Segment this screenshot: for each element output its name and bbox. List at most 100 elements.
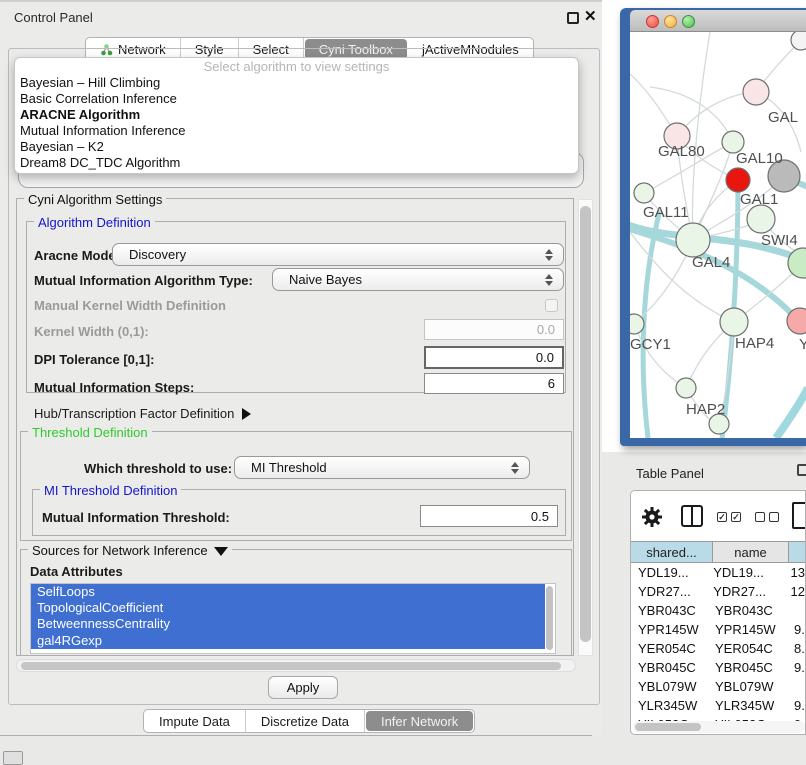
network-node[interactable] bbox=[676, 223, 710, 257]
algorithm-option-bayesian-k2[interactable]: Bayesian – K2 bbox=[15, 139, 578, 155]
algorithm-option-basic-correlation-inference[interactable]: Basic Correlation Inference bbox=[15, 91, 578, 107]
mi-steps-input[interactable]: 6 bbox=[424, 373, 564, 394]
apply-button[interactable]: Apply bbox=[268, 676, 338, 699]
table-cell: 13 bbox=[786, 565, 805, 580]
dropdown-placeholder: Select algorithm to view settings bbox=[15, 58, 578, 75]
table-cell: YDR27... bbox=[631, 584, 711, 599]
column-header-2[interactable] bbox=[789, 541, 806, 563]
table-row[interactable]: YER054CYER054C8. bbox=[631, 639, 805, 658]
data-attributes-list[interactable]: SelfLoopsTopologicalCoefficientBetweenne… bbox=[30, 583, 556, 654]
table-row[interactable]: YPR145WYPR145W9. bbox=[631, 620, 805, 639]
table-cell: 9. bbox=[789, 698, 805, 713]
manual-kernel-checkbox[interactable] bbox=[545, 299, 558, 312]
attributes-scrollbar[interactable] bbox=[545, 586, 554, 652]
table-row[interactable]: YLR345WYLR345W9. bbox=[631, 696, 805, 715]
node-label-hap2: HAP2 bbox=[686, 401, 725, 418]
split-columns-icon[interactable] bbox=[681, 505, 703, 527]
document-icon[interactable] bbox=[792, 502, 806, 529]
mi-algorithm-type-value: Naive Bayes bbox=[289, 272, 362, 287]
unchecked-columns-icon[interactable] bbox=[755, 512, 779, 522]
attribute-item-betweennesscentrality[interactable]: BetweennessCentrality bbox=[31, 616, 545, 632]
table-cell: YBR045C bbox=[631, 660, 713, 675]
tab-impute-data[interactable]: Impute Data bbox=[144, 710, 246, 732]
control-panel-window: Control Panel ✕ NetworkStyleSelectCyni T… bbox=[0, 0, 602, 735]
table-toolbar: ✓✓ bbox=[631, 491, 805, 541]
algorithm-option-bayesian-hill-climbing[interactable]: Bayesian – Hill Climbing bbox=[15, 75, 578, 91]
table-cell: YPR145W bbox=[713, 622, 789, 637]
node-label-hap4: HAP4 bbox=[735, 335, 774, 352]
which-threshold-select[interactable]: MI Threshold bbox=[234, 456, 530, 479]
column-header-shared[interactable]: shared... bbox=[631, 541, 713, 563]
table-rows: YDL19...YDL19...13YDR27...YDR27...12YBR0… bbox=[631, 563, 805, 734]
hub-section-label: Hub/Transcription Factor Definition bbox=[34, 406, 234, 421]
network-node[interactable] bbox=[634, 183, 654, 203]
zoom-traffic-light-icon[interactable] bbox=[682, 15, 695, 28]
minimize-traffic-light-icon[interactable] bbox=[664, 15, 677, 28]
table-row[interactable]: YDL19...YDL19...13 bbox=[631, 563, 805, 582]
algorithm-option-mutual-information-inference[interactable]: Mutual Information Inference bbox=[15, 123, 578, 139]
network-node[interactable] bbox=[720, 308, 748, 336]
settings-horizontal-scrollbar[interactable] bbox=[16, 659, 576, 672]
table-row[interactable]: YBR045CYBR045C9. bbox=[631, 658, 805, 677]
aracne-mode-select[interactable]: Discovery bbox=[112, 243, 564, 266]
table-cell: YER054C bbox=[631, 641, 713, 656]
settings-vertical-scrollbar[interactable] bbox=[578, 199, 593, 656]
spinner-arrows-icon bbox=[511, 461, 520, 475]
table-cell: YBR043C bbox=[713, 603, 789, 618]
network-node[interactable] bbox=[676, 378, 696, 398]
gear-icon[interactable] bbox=[641, 506, 663, 528]
network-graph-svg: GALGAL80GAL10GAL1GAL11SWI4GAL4GCY1HAP4YH… bbox=[630, 32, 806, 438]
expanded-arrow-icon bbox=[214, 547, 228, 556]
attribute-item-gal4rgexp[interactable]: gal4RGexp bbox=[31, 633, 545, 649]
network-window-titlebar[interactable] bbox=[630, 10, 806, 32]
table-row[interactable]: YBL079WYBL079W bbox=[631, 677, 805, 696]
network-node[interactable] bbox=[630, 314, 644, 334]
mi-algorithm-type-select[interactable]: Naive Bayes bbox=[272, 268, 564, 291]
data-attributes-label: Data Attributes bbox=[30, 564, 123, 579]
table-cell: YDR27... bbox=[711, 584, 785, 599]
network-node[interactable] bbox=[726, 168, 750, 192]
algorithm-option-dream8-dc-tdc-algorithm[interactable]: Dream8 DC_TDC Algorithm bbox=[15, 155, 578, 171]
mi-threshold-input[interactable]: 0.5 bbox=[420, 505, 558, 527]
float-window-icon[interactable] bbox=[567, 12, 579, 24]
table-panel: ✓✓ shared...name YDL19...YDL19...13YDR27… bbox=[630, 490, 806, 735]
algorithm-option-aracne-algorithm[interactable]: ARACNE Algorithm bbox=[15, 107, 578, 123]
mi-steps-label: Mutual Information Steps: bbox=[34, 380, 194, 395]
dropdown-items: Bayesian – Hill ClimbingBasic Correlatio… bbox=[15, 75, 578, 171]
close-icon[interactable]: ✕ bbox=[584, 7, 597, 25]
node-label-gal11: GAL11 bbox=[643, 204, 689, 221]
checked-columns-icon[interactable]: ✓✓ bbox=[717, 512, 741, 522]
control-panel-title: Control Panel bbox=[14, 10, 93, 25]
attribute-item-topologicalcoefficient[interactable]: TopologicalCoefficient bbox=[31, 600, 545, 616]
table-cell: YLR345W bbox=[631, 698, 713, 713]
table-row[interactable]: YBR043CYBR043C bbox=[631, 601, 805, 620]
table-horizontal-scrollbar[interactable] bbox=[633, 721, 805, 733]
table-row[interactable]: YDR27...YDR27...12 bbox=[631, 582, 805, 601]
panel-bottom-divider bbox=[0, 735, 592, 736]
collapsed-panel-button[interactable] bbox=[3, 751, 23, 765]
network-node[interactable] bbox=[743, 79, 769, 105]
table-panel-float-icon[interactable] bbox=[797, 464, 806, 476]
node-label-gal: GAL bbox=[768, 109, 798, 126]
network-node[interactable] bbox=[791, 32, 806, 50]
close-traffic-light-icon[interactable] bbox=[646, 15, 659, 28]
table-cell: YDL19... bbox=[711, 565, 785, 580]
table-header-row: shared...name bbox=[631, 541, 806, 563]
node-label-gcy1: GCY1 bbox=[630, 336, 671, 353]
dpi-tolerance-input[interactable]: 0.0 bbox=[424, 346, 564, 369]
table-cell: YPR145W bbox=[631, 622, 713, 637]
network-canvas[interactable]: GALGAL80GAL10GAL1GAL11SWI4GAL4GCY1HAP4YH… bbox=[630, 32, 806, 438]
sources-group-title[interactable]: Sources for Network Inference bbox=[28, 543, 232, 558]
attribute-item-selfloops[interactable]: SelfLoops bbox=[31, 584, 545, 600]
tab-infer-network[interactable]: Infer Network bbox=[366, 711, 473, 731]
table-cell: YER054C bbox=[713, 641, 789, 656]
dpi-tolerance-label: DPI Tolerance [0,1]: bbox=[34, 352, 154, 367]
network-view-window: GALGAL80GAL10GAL1GAL11SWI4GAL4GCY1HAP4YH… bbox=[620, 8, 806, 446]
node-label-gal1: GAL1 bbox=[740, 191, 778, 208]
node-label-y: Y bbox=[799, 336, 806, 353]
column-header-name[interactable]: name bbox=[713, 541, 789, 563]
kernel-width-input: 0.0 bbox=[424, 319, 564, 340]
tab-discretize-data[interactable]: Discretize Data bbox=[246, 710, 365, 732]
hub-section-toggle[interactable]: Hub/Transcription Factor Definition bbox=[34, 406, 251, 421]
network-node[interactable] bbox=[747, 205, 775, 233]
